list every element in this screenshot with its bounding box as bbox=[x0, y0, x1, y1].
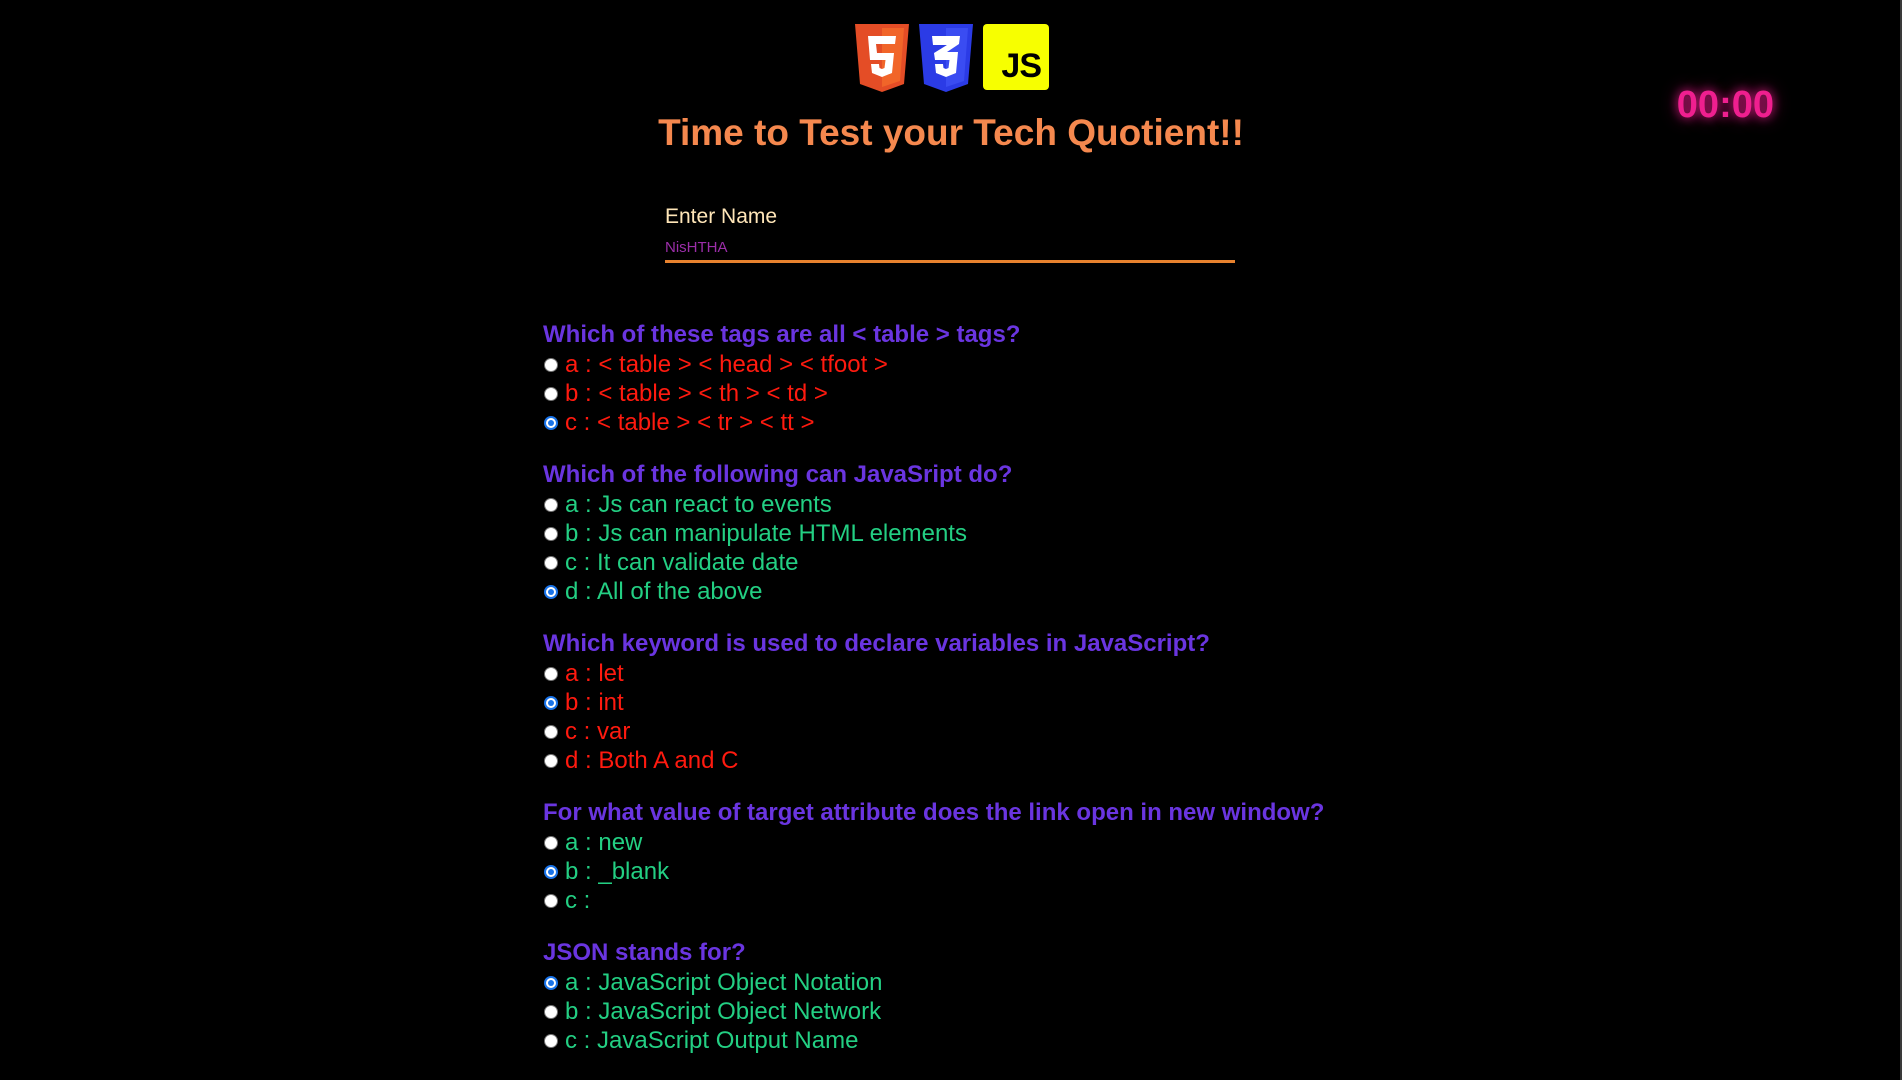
quiz-page: JS Time to Test your Tech Quotient!! 00:… bbox=[0, 0, 1902, 1080]
answer-radio[interactable] bbox=[544, 386, 558, 401]
question-block: Which keyword is used to declare variabl… bbox=[543, 630, 1443, 775]
answer-radio[interactable] bbox=[544, 753, 558, 768]
answer-option[interactable]: c : It can validate date bbox=[543, 548, 1443, 577]
name-field-group: Enter Name bbox=[665, 205, 1235, 263]
answer-option-label: a : JavaScript Object Notation bbox=[565, 968, 883, 996]
question-text: Which of these tags are all < table > ta… bbox=[543, 321, 1021, 348]
answer-option[interactable]: a : new bbox=[543, 828, 1443, 857]
answer-radio[interactable] bbox=[544, 497, 558, 512]
answer-option-label: b : < table > < th > < td > bbox=[565, 379, 828, 407]
answer-option[interactable]: c : JavaScript Output Name bbox=[543, 1026, 1443, 1055]
answer-option-label: a : < table > < head > < tfoot > bbox=[565, 350, 888, 378]
answer-radio[interactable] bbox=[544, 893, 558, 908]
answer-radio[interactable] bbox=[544, 415, 558, 430]
answer-option[interactable]: b : < table > < th > < td > bbox=[543, 379, 1443, 408]
answer-radio[interactable] bbox=[544, 1004, 558, 1019]
javascript-logo-icon: JS bbox=[983, 24, 1049, 90]
answer-option[interactable]: a : let bbox=[543, 659, 1443, 688]
answer-radio[interactable] bbox=[544, 695, 558, 710]
answer-option-label: c : It can validate date bbox=[565, 548, 799, 576]
question-block: Which of the following can JavaSript do?… bbox=[543, 461, 1443, 606]
answer-radio[interactable] bbox=[544, 584, 558, 599]
answer-option-label: c : var bbox=[565, 717, 631, 745]
name-input[interactable] bbox=[665, 237, 1235, 263]
quiz-questions: Which of these tags are all < table > ta… bbox=[543, 321, 1443, 1079]
question-text: Which of the following can JavaSript do? bbox=[543, 461, 1013, 488]
answer-option-label: b : JavaScript Object Network bbox=[565, 997, 882, 1025]
answer-radio[interactable] bbox=[544, 975, 558, 990]
answer-option[interactable]: c : < table > < tr > < tt > bbox=[543, 408, 1443, 437]
answer-option[interactable]: d : All of the above bbox=[543, 577, 1443, 606]
answer-option[interactable]: a : Js can react to events bbox=[543, 490, 1443, 519]
answer-option-label: c : JavaScript Output Name bbox=[565, 1026, 859, 1054]
answer-radio[interactable] bbox=[544, 864, 558, 879]
answer-option-label: d : All of the above bbox=[565, 577, 763, 605]
question-block: Which of these tags are all < table > ta… bbox=[543, 321, 1443, 437]
answer-radio[interactable] bbox=[544, 526, 558, 541]
answer-radio[interactable] bbox=[544, 555, 558, 570]
answer-option[interactable]: b : _blank bbox=[543, 857, 1443, 886]
answer-option[interactable]: b : Js can manipulate HTML elements bbox=[543, 519, 1443, 548]
answer-option[interactable]: a : JavaScript Object Notation bbox=[543, 968, 1443, 997]
answer-option-label: c : bbox=[565, 886, 591, 914]
question-block: JSON stands for? a : JavaScript Object No… bbox=[543, 939, 1443, 1055]
tech-logos: JS bbox=[853, 24, 1049, 92]
page-title: Time to Test your Tech Quotient!! bbox=[658, 112, 1244, 153]
answer-option-label: b : int bbox=[565, 688, 624, 716]
answer-radio[interactable] bbox=[544, 724, 558, 739]
name-label: Enter Name bbox=[665, 205, 778, 228]
answer-option-label: a : let bbox=[565, 659, 624, 687]
answer-option[interactable]: b : JavaScript Object Network bbox=[543, 997, 1443, 1026]
answer-radio[interactable] bbox=[544, 357, 558, 372]
answer-option[interactable]: a : < table > < head > < tfoot > bbox=[543, 350, 1443, 379]
question-text: JSON stands for? bbox=[543, 939, 746, 966]
answer-option[interactable]: c : var bbox=[543, 717, 1443, 746]
answer-radio[interactable] bbox=[544, 835, 558, 850]
countdown-timer: 00:00 bbox=[1676, 84, 1774, 126]
question-block: For what value of target attribute does … bbox=[543, 799, 1443, 915]
answer-option-label: a : new bbox=[565, 828, 643, 856]
answer-option-label: a : Js can react to events bbox=[565, 490, 832, 518]
answer-option[interactable]: c : bbox=[543, 886, 1443, 915]
answer-option[interactable]: b : int bbox=[543, 688, 1443, 717]
answer-radio[interactable] bbox=[544, 666, 558, 681]
answer-option[interactable]: d : Both A and C bbox=[543, 746, 1443, 775]
answer-option-label: d : Both A and C bbox=[565, 746, 739, 774]
html5-logo-icon bbox=[855, 24, 909, 92]
css3-logo-icon bbox=[919, 24, 973, 92]
answer-option-label: c : < table > < tr > < tt > bbox=[565, 408, 815, 436]
question-text: Which keyword is used to declare variabl… bbox=[543, 630, 1210, 657]
question-text: For what value of target attribute does … bbox=[543, 799, 1325, 826]
answer-option-label: b : Js can manipulate HTML elements bbox=[565, 519, 967, 547]
answer-option-label: b : _blank bbox=[565, 857, 670, 885]
answer-radio[interactable] bbox=[544, 1033, 558, 1048]
